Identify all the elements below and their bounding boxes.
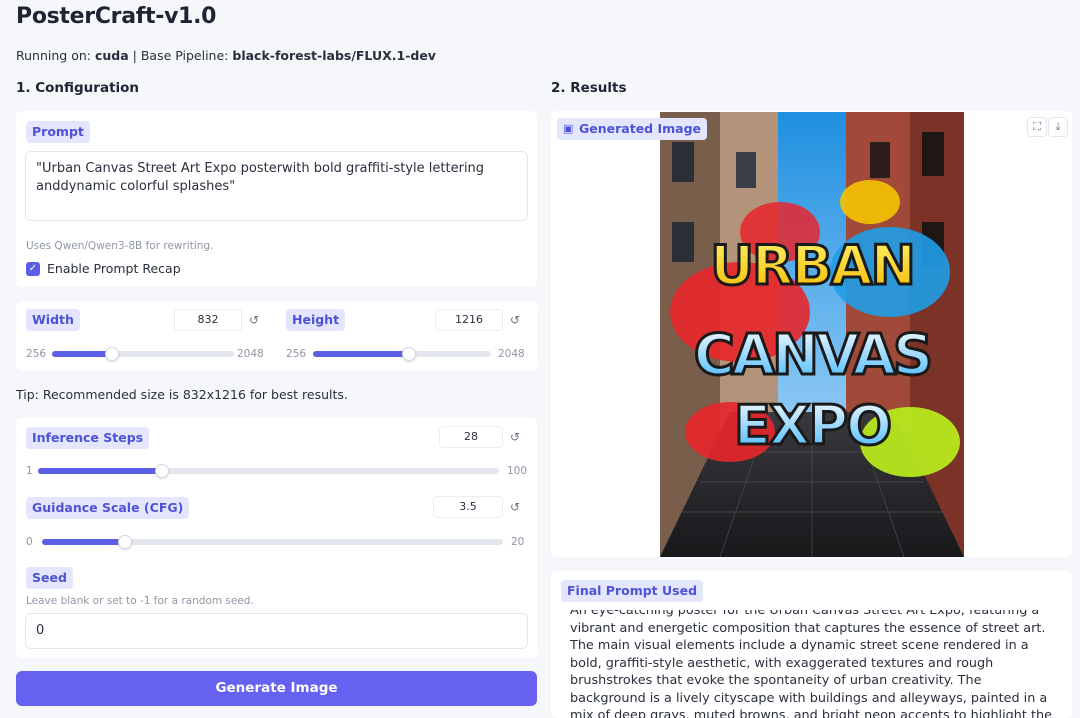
fullscreen-icon[interactable]: ⛶ [1027,117,1047,137]
height-max: 2048 [498,348,525,360]
width-reset-icon[interactable]: ↺ [247,309,261,331]
steps-max: 100 [507,465,528,477]
cfg-slider[interactable] [42,535,503,549]
final-prompt-text: An eye-catching poster for the Urban Can… [570,610,1052,718]
height-input[interactable]: 1216 [435,309,503,331]
steps-input[interactable]: 28 [439,426,503,448]
width-input[interactable]: 832 [174,309,242,331]
generated-image-label: ▣ Generated Image [557,118,708,140]
image-icon: ▣ [563,122,574,135]
prompt-panel: Prompt "Urban Canvas Street Art Expo pos… [16,111,537,287]
steps-slider-thumb[interactable] [155,464,170,478]
steps-slider[interactable] [38,464,499,478]
running-prefix: Running on: [16,48,91,63]
cfg-min: 0 [26,536,33,548]
seed-hint: Leave blank or set to -1 for a random se… [26,595,254,607]
generated-image-panel: URBAN CANVAS EXPO ▣ Generated Image ⛶ ⤓ [551,111,1072,557]
poster-title-line-3: EXPO [734,394,890,457]
width-slider-thumb[interactable] [105,347,120,361]
steps-min: 1 [26,465,33,477]
prompt-hint: Uses Qwen/Qwen3-8B for rewriting. [26,240,214,252]
steps-label: Inference Steps [26,427,150,449]
generated-image-label-text: Generated Image [579,121,702,136]
width-slider-fill [52,351,113,357]
seed-input[interactable]: 0 [25,613,528,649]
width-max: 2048 [237,348,264,360]
prompt-label: Prompt [26,121,90,143]
width-min: 256 [26,348,47,360]
steps-reset-icon[interactable]: ↺ [508,426,522,448]
height-slider-fill [313,351,410,357]
cfg-input[interactable]: 3.5 [433,496,503,518]
sampling-panel: Inference Steps 28 ↺ 1 100 Guidance Scal… [16,418,537,658]
device-name: cuda [94,48,129,63]
cfg-max: 20 [511,536,525,548]
configuration-heading: 1. Configuration [16,80,140,96]
size-panel: Width 832 ↺ 256 2048 Height 1216 ↺ 256 2… [16,301,537,371]
size-tip: Tip: Recommended size is 832x1216 for be… [16,387,348,402]
pipeline-name: black-forest-labs/FLUX.1-dev [232,48,436,63]
cfg-reset-icon[interactable]: ↺ [508,496,522,518]
seed-label: Seed [26,567,73,589]
runtime-info: Running on: cuda | Base Pipeline: black-… [16,48,436,63]
app-title: PosterCraft-v1.0 [16,4,217,29]
height-slider[interactable] [313,347,491,361]
recap-checkbox[interactable]: ✓ [26,262,40,276]
recap-label: Enable Prompt Recap [47,261,181,276]
width-slider[interactable] [52,347,234,361]
generated-poster-image: URBAN CANVAS EXPO [660,112,964,557]
height-min: 256 [286,348,307,360]
generate-image-button[interactable]: Generate Image [16,671,537,706]
height-reset-icon[interactable]: ↺ [508,309,522,331]
cfg-label: Guidance Scale (CFG) [26,497,190,519]
final-prompt-text-area[interactable]: An eye-catching poster for the Urban Can… [562,610,1062,718]
download-icon[interactable]: ⤓ [1048,117,1068,137]
height-label: Height [286,309,346,331]
cfg-slider-thumb[interactable] [117,535,132,549]
prompt-textarea[interactable]: "Urban Canvas Street Art Expo posterwith… [25,151,528,221]
poster-title-line-1: URBAN [710,234,914,297]
poster-title-line-2: CANVAS [694,323,931,388]
pipeline-prefix: | Base Pipeline: [132,48,229,63]
height-slider-thumb[interactable] [402,347,417,361]
steps-slider-fill [38,468,163,474]
width-label: Width [26,309,80,331]
results-heading: 2. Results [551,80,627,96]
final-prompt-label: Final Prompt Used [561,580,704,602]
cfg-slider-fill [42,539,125,545]
